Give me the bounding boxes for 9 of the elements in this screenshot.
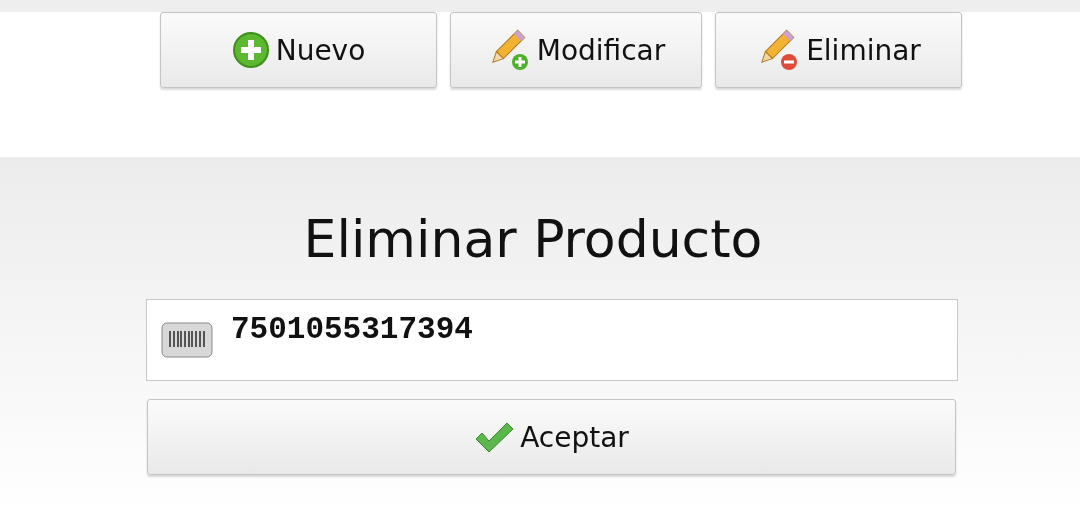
barcode-icon <box>161 322 213 358</box>
toolbar-button[interactable]: Nuevo <box>160 12 437 88</box>
accept-button[interactable]: Aceptar <box>147 399 956 475</box>
plus-circle-icon <box>231 31 270 69</box>
dialog-title: Eliminar Producto <box>303 209 763 269</box>
barcode-field[interactable]: 7501055317394 <box>146 299 958 381</box>
toolbar-button[interactable]: Modificar <box>450 12 702 88</box>
checkmark-icon <box>474 421 515 453</box>
toolbar-button[interactable]: Eliminar <box>715 12 962 88</box>
